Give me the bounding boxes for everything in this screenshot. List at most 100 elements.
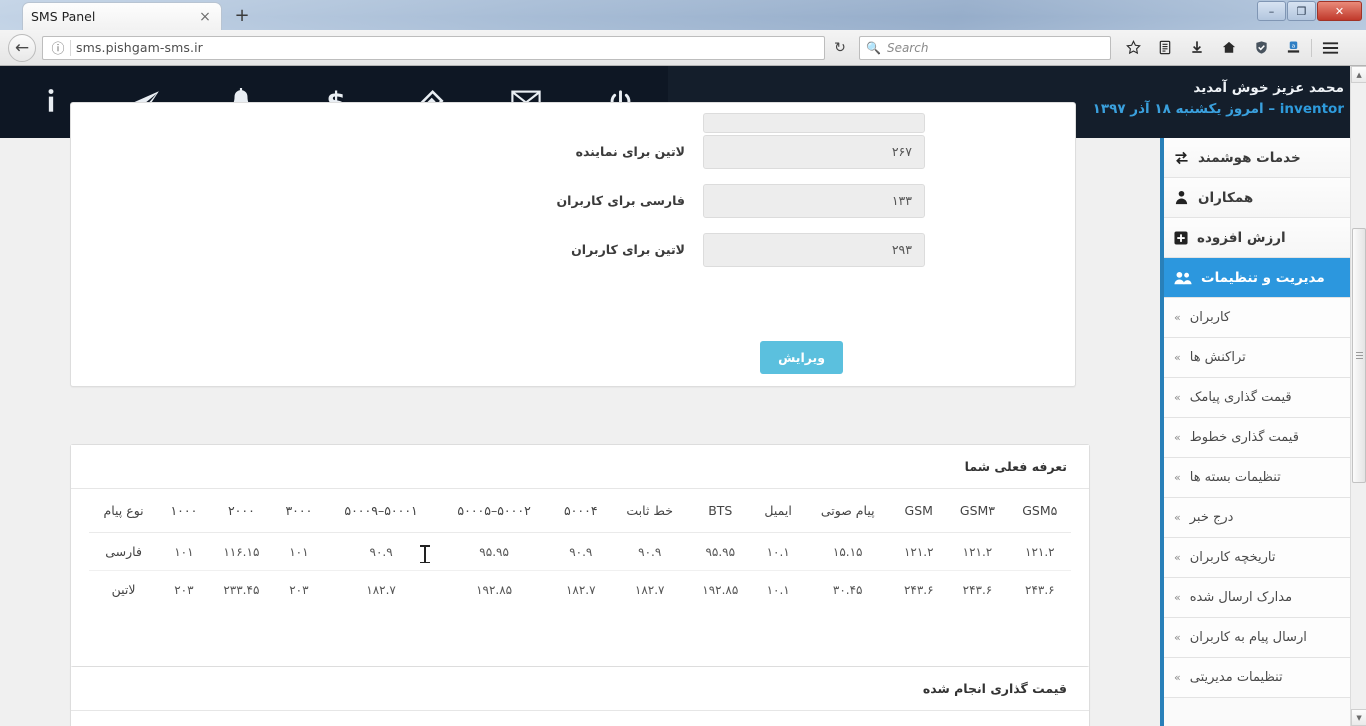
cell-0-10: ۱۰۱ <box>273 532 325 571</box>
sidebar-item-label: تراکنش ها <box>1189 350 1246 365</box>
reload-icon[interactable]: ↻ <box>825 40 855 56</box>
sidebar-item-label: ارسال پیام به کاربران <box>1189 630 1307 645</box>
chevron-right-icon: » <box>1174 631 1181 644</box>
cell-1-2: ۲۴۳.۶ <box>903 582 934 597</box>
sidebar-item-12[interactable]: ارسال پیام به کاربران » <box>1164 618 1366 658</box>
row-label-1: لاتین <box>111 582 136 597</box>
table-header-row: GSM۵GSM۳GSMپیام صوتیایمیلBTSخط ثابت۵۰۰۰۴… <box>89 489 1071 533</box>
minimize-button[interactable]: – <box>1257 1 1286 21</box>
exchange-icon <box>1174 151 1189 165</box>
column-header-2: GSM <box>891 489 947 533</box>
sidebar-item-label: تنظیمات مدیریتی <box>1189 670 1283 685</box>
column-header-9: ۵۰۰۰۱–۵۰۰۰۹ <box>324 489 438 533</box>
cell-0-3: ۱۵.۱۵ <box>804 532 892 571</box>
library-icon[interactable] <box>1149 34 1181 62</box>
column-header-5: BTS <box>718 711 777 726</box>
text-cursor <box>420 544 430 564</box>
sidebar-item-6[interactable]: قیمت گذاری پیامک » <box>1164 378 1366 418</box>
welcome-date: – امروز یکشنبه ۱۸ آذر ۱۳۹۷ <box>1092 100 1276 117</box>
sidebar-item-label: کاربران <box>1189 310 1231 325</box>
welcome-block: محمد عزیز خوش آمدید inventor – امروز یکش… <box>1093 78 1344 120</box>
sidebar-item-13[interactable]: تنظیمات مدیریتی » <box>1164 658 1366 698</box>
sidebar-item-8[interactable]: تنظیمات بسته ها » <box>1164 458 1366 498</box>
sidebar-item-1[interactable]: همکاران <box>1164 178 1366 218</box>
column-header-8: ۵۰۰۰۲–۵۰۰۰۵ <box>487 711 592 726</box>
column-header-13: نوع پیام <box>89 489 159 533</box>
window-controls: – ❐ ✕ <box>1257 1 1362 21</box>
browser-toolbar: ← ⓘ sms.pishgam-sms.ir ↻ 🔍 Search a <box>0 30 1366 66</box>
close-icon[interactable]: × <box>197 9 213 25</box>
cell-1-4: ۱۰.۱ <box>766 582 790 597</box>
plus-square-icon <box>1174 230 1188 245</box>
user-tie-icon <box>1174 190 1189 205</box>
sidebar-item-label: مدارک ارسال شده <box>1189 590 1293 605</box>
hamburger-menu-icon[interactable] <box>1314 34 1346 62</box>
cell-0-7: ۹۰.۹ <box>550 532 611 571</box>
shield-icon[interactable] <box>1245 34 1277 62</box>
info-circle-icon[interactable]: ⓘ <box>47 38 69 57</box>
chevron-right-icon: » <box>1174 391 1181 404</box>
tariff-table: GSM۵ GSM۳ GSM پیام صوتی ایمیل BTS خط ثابت ۵۰۰۰۴… <box>89 489 1071 608</box>
edit-submit-button[interactable]: ویرایش <box>760 341 843 374</box>
account-badge-icon[interactable]: a <box>1277 34 1309 62</box>
scroll-down-icon[interactable]: ▼ <box>1351 709 1366 726</box>
welcome-greeting: محمد عزیز خوش آمدید <box>1193 80 1344 96</box>
sidebar-item-label: خدمات هوشمند <box>1198 149 1301 166</box>
cell-1-12: ۲۰۳ <box>174 582 194 597</box>
form-input-1[interactable]: ۱۳۳ <box>703 183 925 218</box>
column-header-11: ۲۰۰۰ <box>276 711 336 726</box>
main-content: ۲۶۷ لاتین برای نماینده ۱۳۳ فارسی برای کاربر… <box>0 102 1160 726</box>
restore-button[interactable]: ❐ <box>1287 1 1316 21</box>
cell-0-5: ۹۵.۹۵ <box>688 532 753 571</box>
page-scrollbar[interactable]: ▲ ▼ <box>1350 66 1366 726</box>
column-header-6: خط ثابت <box>610 489 689 533</box>
sidebar-item-5[interactable]: تراکنش ها » <box>1164 338 1366 378</box>
scrollbar-thumb[interactable] <box>1352 228 1366 483</box>
bookmark-star-icon[interactable] <box>1117 34 1149 62</box>
sidebar-item-3[interactable]: مدیریت و تنظیمات <box>1164 258 1366 298</box>
table-wrap: GSM۵GSM۳GSMپیام صوتیایمیلBTSخط ثابت۵۰۰۰۴… <box>71 711 1089 726</box>
home-icon[interactable] <box>1213 34 1245 62</box>
sidebar-item-0[interactable]: خدمات هوشمند <box>1164 138 1366 178</box>
address-bar[interactable]: ⓘ sms.pishgam-sms.ir <box>42 35 825 60</box>
panel-header: تعرفه فعلی شما <box>71 445 1089 489</box>
table-header-row: GSM۵GSM۳GSMپیام صوتیایمیلBTSخط ثابت۵۰۰۰۴… <box>89 711 1071 726</box>
welcome-username: inventor <box>1279 100 1344 117</box>
cell-0-2: ۱۲۱.۲ <box>891 532 947 571</box>
sidebar-item-label: قیمت گذاری پیامک <box>1189 390 1292 405</box>
users-icon <box>1174 271 1192 285</box>
form-input-0[interactable]: ۲۶۷ <box>703 134 925 169</box>
sidebar-item-11[interactable]: مدارک ارسال شده » <box>1164 578 1366 618</box>
search-placeholder: Search <box>886 40 929 55</box>
chevron-right-icon: » <box>1174 551 1181 564</box>
sidebar-item-7[interactable]: قیمت گذاری خطوط » <box>1164 418 1366 458</box>
sidebar-item-label: مدیریت و تنظیمات <box>1201 269 1325 286</box>
column-header-12: ۱۰۰۰ <box>229 711 277 726</box>
sidebar-item-4[interactable]: کاربران » <box>1164 298 1366 338</box>
sidebar-item-9[interactable]: درج خبر » <box>1164 498 1366 538</box>
column-header-10: ۳۰۰۰ <box>273 489 325 533</box>
row-label-0: فارسی <box>89 532 159 571</box>
completed-pricing-panel: قیمت گذاری انجام شده GSM۵GSM۳GSMپیام صوت… <box>70 666 1090 726</box>
form-input-2[interactable]: ۲۹۳ <box>703 232 925 267</box>
chevron-right-icon: » <box>1174 471 1181 484</box>
window-close-button[interactable]: ✕ <box>1317 1 1362 21</box>
sidebar-item-2[interactable]: ارزش افزوده <box>1164 218 1366 258</box>
sidebar-item-10[interactable]: تاریخچه کاربران » <box>1164 538 1366 578</box>
cell-1-7: ۱۸۲.۷ <box>565 582 596 597</box>
form-label-2: لاتین برای کاربران <box>571 242 685 257</box>
chevron-right-icon: » <box>1174 311 1181 324</box>
cell-1-8: ۱۹۲.۸۵ <box>476 582 513 597</box>
column-header-9: ۵۰۰۰۱–۵۰۰۰۹ <box>382 711 488 726</box>
column-header-3: پیام صوتی <box>804 489 892 533</box>
cell-1-3: ۳۰.۴۵ <box>832 582 863 597</box>
browser-tab[interactable]: SMS Panel × <box>22 2 222 30</box>
new-tab-button[interactable]: + <box>230 6 254 28</box>
column-header-13: نوع پیام <box>89 711 230 726</box>
sidebar-item-label: همکاران <box>1198 189 1254 206</box>
download-icon[interactable] <box>1181 34 1213 62</box>
scroll-up-icon[interactable]: ▲ <box>1351 66 1366 83</box>
search-box[interactable]: 🔍 Search <box>859 35 1111 60</box>
form-label-0: لاتین برای نماینده <box>575 144 685 159</box>
back-icon[interactable]: ← <box>8 33 36 62</box>
